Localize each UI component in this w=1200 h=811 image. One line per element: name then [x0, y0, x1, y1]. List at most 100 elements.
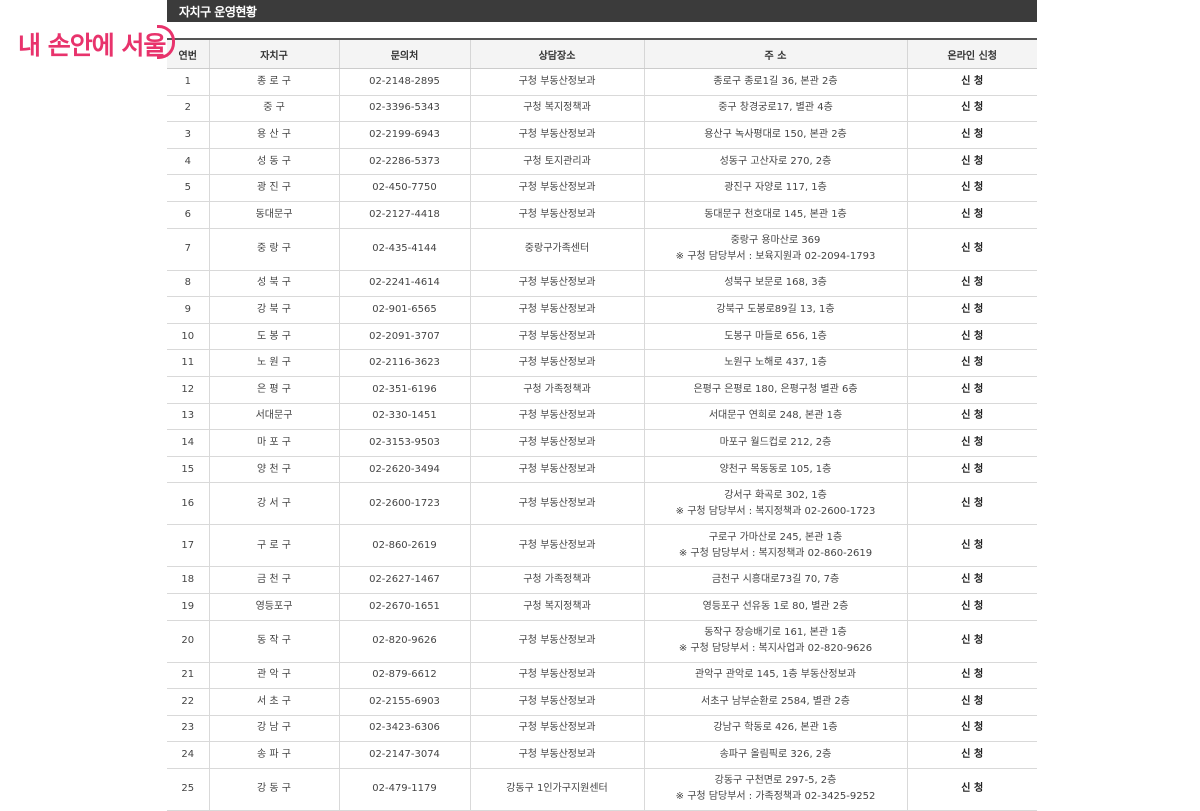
- apply-link[interactable]: 신 청: [906, 741, 1037, 769]
- table-row: 18 금 천 구 02-2627-1467 구청 가족정책과 금천구 시흥대로73길 7…: [167, 566, 1037, 594]
- address-line: 영등포구 선유동 1로 80, 별관 2층: [702, 600, 849, 612]
- table-row: 17 구 로 구 02-860-2619 구청 부동산정보과 구로구 가마산로 245,…: [167, 524, 1037, 568]
- row-consult-place: 구청 부동산정보과: [469, 201, 644, 229]
- row-district: 양 천 구: [208, 456, 339, 484]
- apply-link[interactable]: 신 청: [906, 456, 1037, 484]
- row-address: 성북구 보문로 168, 3층: [643, 270, 907, 298]
- row-address: 금천구 시흥대로73길 70, 7층: [643, 566, 907, 594]
- apply-link[interactable]: 신 청: [906, 376, 1037, 404]
- table-row: 15 양 천 구 02-2620-3494 구청 부동산정보과 양천구 목동동로 105…: [167, 456, 1037, 484]
- apply-link[interactable]: 신 청: [906, 95, 1037, 123]
- address-line: 노원구 노해로 437, 1층: [724, 357, 827, 369]
- row-phone: 02-901-6565: [338, 296, 470, 324]
- address-note: ※ 구청 담당부서 : 가족정책과 02-3425-9252: [675, 791, 876, 803]
- row-address: 강서구 화곡로 302, 1층 ※ 구청 담당부서 : 복지정책과 02-2600…: [643, 482, 907, 526]
- apply-link[interactable]: 신 청: [906, 715, 1037, 743]
- apply-link[interactable]: 신 청: [906, 270, 1037, 298]
- row-number: 23: [167, 715, 209, 743]
- row-address: 서초구 남부순환로 2584, 별관 2층: [643, 688, 907, 716]
- row-address: 강남구 학동로 426, 본관 1층: [643, 715, 907, 743]
- row-number: 22: [167, 688, 209, 716]
- row-phone: 02-3153-9503: [338, 429, 470, 457]
- row-phone: 02-2600-1723: [338, 482, 470, 526]
- apply-link[interactable]: 신 청: [906, 296, 1037, 324]
- row-phone: 02-2091-3707: [338, 323, 470, 351]
- address-line: 종로구 종로1길 36, 본관 2층: [713, 75, 838, 87]
- row-number: 6: [167, 201, 209, 229]
- row-phone: 02-2286-5373: [338, 148, 470, 176]
- row-phone: 02-2147-3074: [338, 741, 470, 769]
- row-district: 동 작 구: [208, 620, 339, 663]
- row-consult-place: 중랑구가족센터: [469, 228, 644, 271]
- row-address: 성동구 고산자로 270, 2층: [643, 148, 907, 176]
- row-consult-place: 구청 부동산정보과: [469, 429, 644, 457]
- address-line: 은평구 은평로 180, 은평구청 별관 6층: [693, 383, 858, 395]
- row-consult-place: 구청 가족정책과: [469, 566, 644, 594]
- apply-link[interactable]: 신 청: [906, 121, 1037, 149]
- apply-link[interactable]: 신 청: [906, 662, 1037, 690]
- apply-link[interactable]: 신 청: [906, 68, 1037, 96]
- apply-link[interactable]: 신 청: [906, 768, 1037, 811]
- row-number: 10: [167, 323, 209, 351]
- address-line: 동작구 장승배기로 161, 본관 1층: [704, 627, 847, 638]
- row-phone: 02-2627-1467: [338, 566, 470, 594]
- apply-link[interactable]: 신 청: [906, 688, 1037, 716]
- row-consult-place: 구청 토지관리과: [469, 148, 644, 176]
- row-consult-place: 구청 부동산정보과: [469, 715, 644, 743]
- apply-link[interactable]: 신 청: [906, 524, 1037, 568]
- table-body: 1종 로 구 02-2148-2895 구청 부동산정보과 종로구 종로1길 36, …: [167, 68, 1037, 811]
- apply-link[interactable]: 신 청: [906, 201, 1037, 229]
- apply-link[interactable]: 신 청: [906, 349, 1037, 377]
- table-row: 9강 북 구 02-901-6565 구청 부동산정보과 강북구 도봉로89길 13,…: [167, 296, 1037, 324]
- apply-link[interactable]: 신 청: [906, 482, 1037, 526]
- row-address: 도봉구 마들로 656, 1층: [643, 323, 907, 351]
- section-title: 자치구 운영현황: [179, 4, 257, 19]
- row-address: 동대문구 천호대로 145, 본관 1층: [643, 201, 907, 229]
- table-row: 8성 북 구 02-2241-4614 구청 부동산정보과 성북구 보문로 168, …: [167, 270, 1037, 298]
- apply-link[interactable]: 신 청: [906, 429, 1037, 457]
- address-line: 용산구 녹사평대로 150, 본관 2층: [704, 128, 847, 140]
- row-district: 용 산 구: [208, 121, 339, 149]
- row-address: 중랑구 용마산로 369 ※ 구청 담당부서 : 보육지원과 02-2094-17…: [643, 228, 907, 271]
- table-row: 16 강 서 구 02-2600-1723 구청 부동산정보과 강서구 화곡로 302,…: [167, 482, 1037, 526]
- row-phone: 02-2148-2895: [338, 68, 470, 96]
- row-address: 강북구 도봉로89길 13, 1층: [643, 296, 907, 324]
- row-consult-place: 구청 부동산정보과: [469, 456, 644, 484]
- logo[interactable]: 내 손안에 서울: [18, 25, 176, 61]
- apply-link[interactable]: 신 청: [906, 620, 1037, 663]
- row-number: 24: [167, 741, 209, 769]
- row-district: 중 구: [208, 95, 339, 123]
- address-line: 도봉구 마들로 656, 1층: [724, 330, 827, 342]
- apply-link[interactable]: 신 청: [906, 228, 1037, 271]
- row-consult-place: 구청 부동산정보과: [469, 741, 644, 769]
- row-district: 은 평 구: [208, 376, 339, 404]
- row-number: 14: [167, 429, 209, 457]
- row-phone: 02-2155-6903: [338, 688, 470, 716]
- apply-link[interactable]: 신 청: [906, 148, 1037, 176]
- address-line: 강서구 화곡로 302, 1층: [724, 489, 827, 501]
- apply-link[interactable]: 신 청: [906, 174, 1037, 202]
- apply-link[interactable]: 신 청: [906, 323, 1037, 351]
- row-district: 중 랑 구: [208, 228, 339, 271]
- table-row: 10 도 봉 구 02-2091-3707 구청 부동산정보과 도봉구 마들로 656,…: [167, 323, 1037, 351]
- row-phone: 02-2241-4614: [338, 270, 470, 298]
- row-number: 21: [167, 662, 209, 690]
- address-line: 송파구 올림픽로 326, 2층: [719, 749, 832, 761]
- district-table: 연번 자치구 문의처 상담장소 주 소 온라인 신청 1종 로 구 02-2148…: [167, 38, 1037, 811]
- row-number: 9: [167, 296, 209, 324]
- row-phone: 02-2116-3623: [338, 349, 470, 377]
- row-number: 8: [167, 270, 209, 298]
- apply-link[interactable]: 신 청: [906, 566, 1037, 594]
- apply-link[interactable]: 신 청: [906, 403, 1037, 431]
- table-row: 12 은 평 구 02-351-6196 구청 가족정책과 은평구 은평로 180, 은…: [167, 376, 1037, 404]
- row-phone: 02-879-6612: [338, 662, 470, 690]
- row-number: 17: [167, 524, 209, 568]
- row-number: 16: [167, 482, 209, 526]
- row-district: 구 로 구: [208, 524, 339, 568]
- row-number: 12: [167, 376, 209, 404]
- row-consult-place: 구청 부동산정보과: [469, 68, 644, 96]
- row-district: 영등포구: [208, 593, 339, 621]
- row-district: 마 포 구: [208, 429, 339, 457]
- row-phone: 02-479-1179: [338, 768, 470, 811]
- apply-link[interactable]: 신 청: [906, 593, 1037, 621]
